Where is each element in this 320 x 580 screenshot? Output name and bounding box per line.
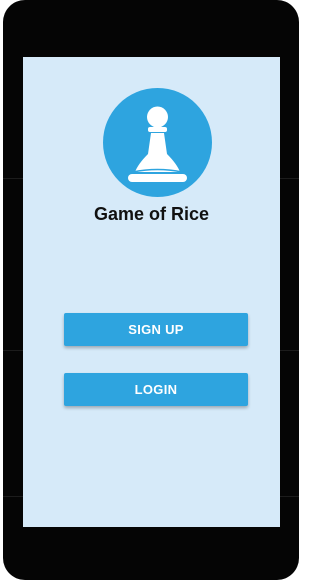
- app-title: Game of Rice: [93, 204, 210, 224]
- app-logo: [103, 88, 212, 197]
- device-frame: Game of Rice SIGN UP LOGIN: [3, 0, 299, 580]
- signup-button[interactable]: SIGN UP: [64, 313, 248, 346]
- login-button[interactable]: LOGIN: [64, 373, 248, 406]
- app-screen: Game of Rice SIGN UP LOGIN: [23, 57, 280, 527]
- chess-pawn-icon: [128, 106, 187, 182]
